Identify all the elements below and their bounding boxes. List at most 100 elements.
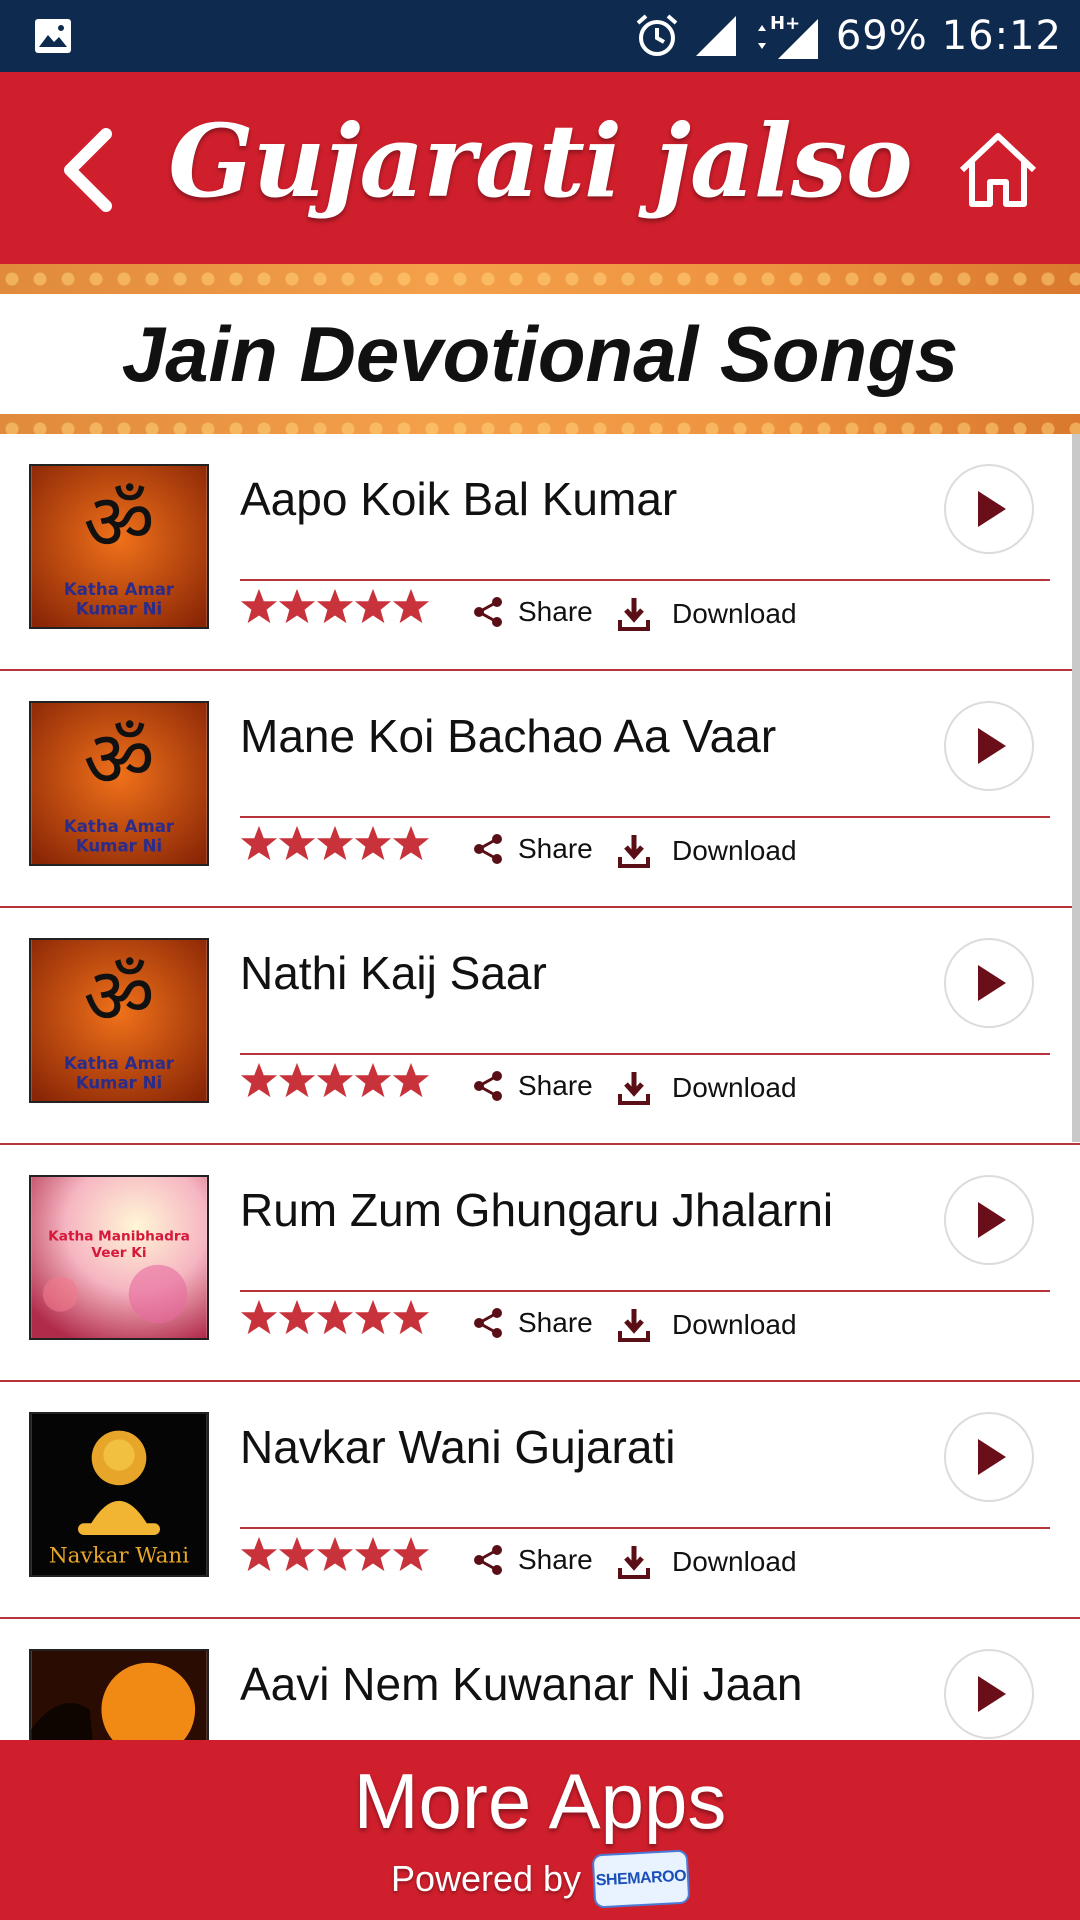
download-button[interactable]: Download [614, 594, 797, 634]
svg-text:Katha Amar: Katha Amar [64, 817, 175, 836]
download-label: Download [672, 1309, 797, 1340]
scrollbar[interactable] [1072, 434, 1080, 1142]
share-button[interactable]: Share [470, 1542, 593, 1578]
share-button[interactable]: Share [470, 1068, 593, 1104]
rating-stars[interactable] [240, 1297, 430, 1337]
song-list-item[interactable]: ॐ Katha Amar Kumar Ni Mane Koi Bachao Aa V… [0, 671, 1080, 908]
share-icon [474, 1071, 502, 1101]
star-icon [392, 1299, 430, 1335]
star-icon [240, 1299, 278, 1335]
song-title[interactable]: Nathi Kaij Saar [240, 946, 547, 1000]
download-button[interactable]: Download [614, 1305, 797, 1345]
song-list[interactable]: ॐ Katha Amar Kumar Ni Aapo Koik Bal Kumar … [0, 434, 1080, 1740]
download-button[interactable]: Download [614, 1068, 797, 1108]
song-thumbnail: Navkar Wani [29, 1412, 209, 1577]
star-icon [316, 1299, 354, 1335]
star-icon [278, 1536, 316, 1572]
row-divider [240, 1527, 1050, 1529]
song-thumbnail [29, 1649, 209, 1740]
song-thumbnail: ॐ Katha Amar Kumar Ni [29, 938, 209, 1103]
share-icon [474, 834, 502, 864]
image-icon [35, 19, 71, 53]
song-title[interactable]: Rum Zum Ghungaru Jhalarni [240, 1183, 833, 1237]
share-button[interactable]: Share [470, 831, 593, 867]
song-title[interactable]: Navkar Wani Gujarati [240, 1420, 675, 1474]
home-icon[interactable] [956, 130, 1040, 210]
play-button[interactable] [944, 1412, 1034, 1502]
play-icon [978, 1202, 1006, 1238]
star-icon [354, 1536, 392, 1572]
page-title-banner: Jain Devotional Songs [0, 294, 1080, 414]
star-icon [240, 1536, 278, 1572]
play-button[interactable] [944, 1175, 1034, 1265]
signal-icon [695, 16, 736, 56]
download-icon [618, 1309, 650, 1342]
more-apps-banner[interactable]: More Apps Powered by SHEMAROO [0, 1740, 1080, 1920]
song-list-item[interactable]: Navkar Wani Navkar Wani Gujarati Share D… [0, 1382, 1080, 1619]
play-button[interactable] [944, 701, 1034, 791]
star-icon [392, 588, 430, 624]
svg-text:Katha Amar: Katha Amar [64, 1054, 175, 1073]
share-label: Share [518, 1307, 593, 1338]
download-button[interactable]: Download [614, 831, 797, 871]
svg-text:Katha Manibhadra: Katha Manibhadra [48, 1228, 190, 1244]
download-icon [618, 598, 650, 631]
svg-text:ॐ: ॐ [83, 952, 154, 1042]
shemaroo-logo-text: SHEMAROO [595, 1867, 687, 1890]
song-list-item[interactable]: Aavi Nem Kuwanar Ni Jaan Share Download [0, 1619, 1080, 1740]
star-icon [316, 1536, 354, 1572]
clock-text: 16:12 [941, 13, 1062, 59]
powered-by: Powered by SHEMAROO [0, 1849, 1080, 1909]
play-button[interactable] [944, 938, 1034, 1028]
share-label: Share [518, 1070, 593, 1101]
share-label: Share [518, 833, 593, 864]
app-title: Gujarati jalso [168, 102, 913, 220]
play-button[interactable] [944, 464, 1034, 554]
star-icon [354, 588, 392, 624]
rating-stars[interactable] [240, 1534, 430, 1574]
star-icon [240, 588, 278, 624]
powered-by-text: Powered by [390, 1858, 582, 1899]
star-icon [316, 825, 354, 861]
download-icon [618, 1072, 650, 1105]
song-thumbnail: Katha Manibhadra Veer Ki [29, 1175, 209, 1340]
decorative-band-top [0, 264, 1080, 294]
song-list-item[interactable]: Katha Manibhadra Veer Ki Rum Zum Ghungaru… [0, 1145, 1080, 1382]
page-title: Jain Devotional Songs [121, 309, 959, 398]
song-title[interactable]: Aavi Nem Kuwanar Ni Jaan [240, 1657, 802, 1711]
play-icon [978, 1439, 1006, 1475]
download-label: Download [672, 1546, 797, 1577]
share-icon [474, 597, 502, 627]
rating-stars[interactable] [240, 823, 430, 863]
star-icon [278, 588, 316, 624]
star-icon [240, 1062, 278, 1098]
star-icon [392, 825, 430, 861]
song-list-item[interactable]: ॐ Katha Amar Kumar Ni Aapo Koik Bal Kumar … [0, 434, 1080, 671]
network-signal-icon: H+ [757, 13, 818, 59]
share-button[interactable]: Share [470, 594, 593, 630]
rating-stars[interactable] [240, 1060, 430, 1100]
svg-text:Kumar Ni: Kumar Ni [76, 599, 162, 618]
more-apps-title[interactable]: More Apps [0, 1756, 1080, 1847]
star-icon [354, 1062, 392, 1098]
play-button[interactable] [944, 1649, 1034, 1739]
svg-text:ॐ: ॐ [83, 478, 154, 568]
play-icon [978, 965, 1006, 1001]
status-bar: H+ 69% 16:12 [0, 0, 1080, 72]
download-icon [618, 1546, 650, 1579]
star-icon [316, 588, 354, 624]
svg-text:Katha Amar: Katha Amar [64, 580, 175, 599]
svg-text:Navkar Wani: Navkar Wani [49, 1543, 189, 1568]
share-button[interactable]: Share [470, 1305, 593, 1341]
row-divider [240, 1290, 1050, 1292]
download-icon [618, 835, 650, 868]
star-icon [278, 1062, 316, 1098]
download-button[interactable]: Download [614, 1542, 797, 1582]
song-list-item[interactable]: ॐ Katha Amar Kumar Ni Nathi Kaij Saar Shar… [0, 908, 1080, 1145]
star-icon [240, 825, 278, 861]
song-title[interactable]: Mane Koi Bachao Aa Vaar [240, 709, 776, 763]
battery-text: 69% [835, 13, 928, 59]
play-icon [978, 491, 1006, 527]
song-title[interactable]: Aapo Koik Bal Kumar [240, 472, 677, 526]
rating-stars[interactable] [240, 586, 430, 626]
